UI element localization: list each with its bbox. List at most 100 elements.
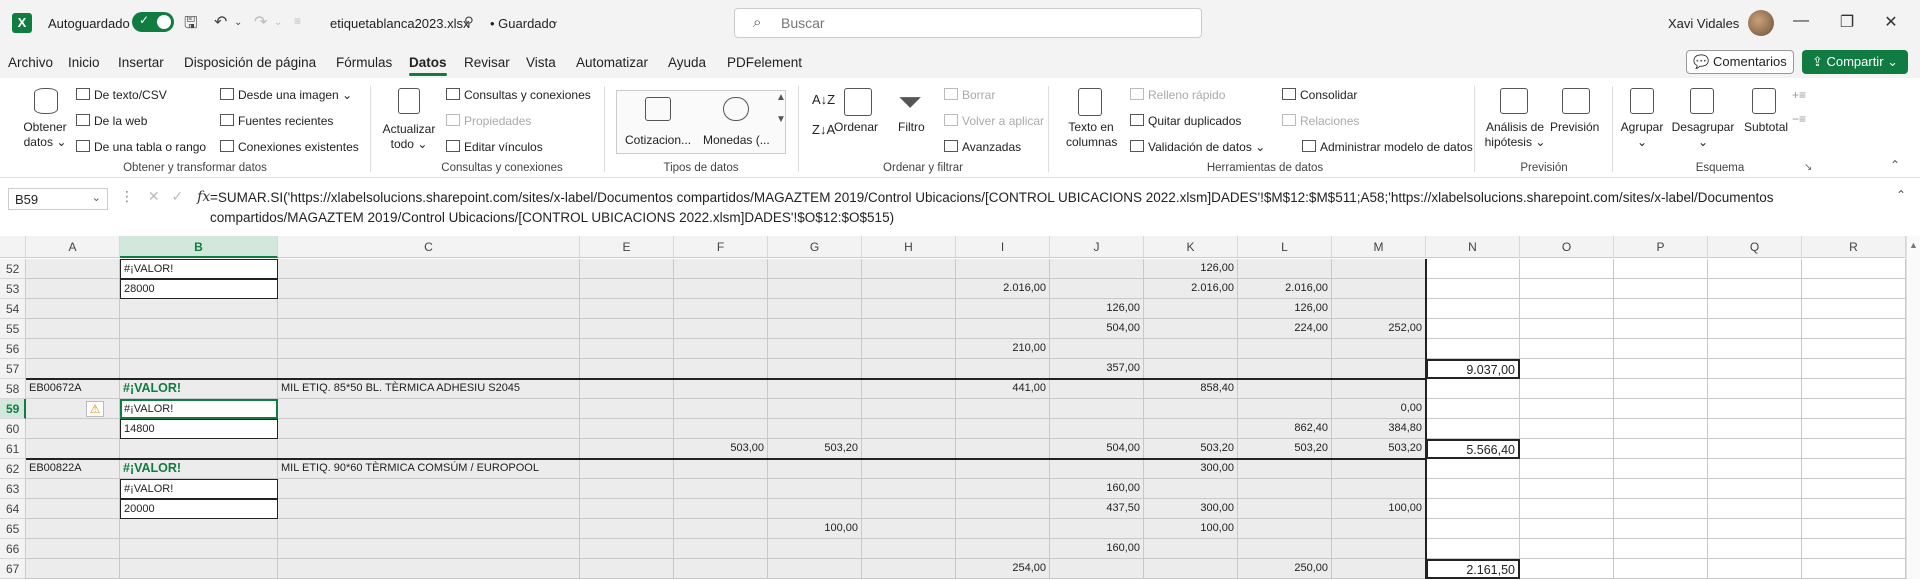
cell-k66[interactable] <box>1144 539 1238 559</box>
row-header[interactable]: 66 <box>0 539 26 559</box>
cell-i52[interactable] <box>956 259 1050 279</box>
cell-n59[interactable] <box>1426 399 1520 419</box>
maximize-icon[interactable]: ❐ <box>1832 12 1862 32</box>
cell-l62[interactable] <box>1238 459 1332 479</box>
cell-g60[interactable] <box>768 419 862 439</box>
cell-o55[interactable] <box>1520 319 1614 339</box>
cell-i53[interactable]: 2.016,00 <box>956 279 1050 299</box>
cell-i66[interactable] <box>956 539 1050 559</box>
cell-c56[interactable] <box>278 339 580 359</box>
collapse-formula-icon[interactable]: ⌃ <box>1896 188 1906 202</box>
tab-vista[interactable]: Vista <box>526 55 556 70</box>
cell-h52[interactable] <box>862 259 956 279</box>
cell-h65[interactable] <box>862 519 956 539</box>
cell-n55[interactable] <box>1426 319 1520 339</box>
cell-f61[interactable]: 503,00 <box>674 439 768 459</box>
cell-c57[interactable] <box>278 359 580 379</box>
cell-h67[interactable] <box>862 559 956 579</box>
cell-j61[interactable]: 504,00 <box>1050 439 1144 459</box>
cell-b64[interactable]: 20000 <box>120 499 278 519</box>
cell-p61[interactable] <box>1614 439 1708 459</box>
cell-g53[interactable] <box>768 279 862 299</box>
currencies-type[interactable]: Monedas (... <box>703 133 770 147</box>
cell-q54[interactable] <box>1708 299 1802 319</box>
cell-c60[interactable] <box>278 419 580 439</box>
cell-l64[interactable] <box>1238 499 1332 519</box>
cell-o54[interactable] <box>1520 299 1614 319</box>
row-header[interactable]: 60 <box>0 419 26 439</box>
cell-c62[interactable]: MIL ETIQ. 90*60 TÈRMICA COMSÚM / EUROPOO… <box>278 459 580 479</box>
cell-q64[interactable] <box>1708 499 1802 519</box>
redo-dropdown-icon[interactable]: ⌄ <box>274 17 282 28</box>
cell-n66[interactable] <box>1426 539 1520 559</box>
cell-o62[interactable] <box>1520 459 1614 479</box>
cell-e52[interactable] <box>580 259 674 279</box>
cell-a62[interactable]: EB00822A <box>26 459 120 479</box>
cell-e60[interactable] <box>580 419 674 439</box>
cell-e61[interactable] <box>580 439 674 459</box>
cell-o67[interactable] <box>1520 559 1614 579</box>
remove-duplicates-button[interactable]: Quitar duplicados <box>1130 114 1241 128</box>
cell-p62[interactable] <box>1614 459 1708 479</box>
cell-j63[interactable]: 160,00 <box>1050 479 1144 499</box>
cell-b53[interactable]: 28000 <box>120 279 278 299</box>
cell-j55[interactable]: 504,00 <box>1050 319 1144 339</box>
search-input[interactable] <box>781 14 1181 32</box>
existing-connections-button[interactable]: Conexiones existentes <box>220 140 359 154</box>
cell-k58[interactable]: 858,40 <box>1144 379 1238 399</box>
column-header-n[interactable]: N <box>1426 236 1520 258</box>
cell-e54[interactable] <box>580 299 674 319</box>
refresh-all-button[interactable]: Actualizar todo ⌄ <box>380 122 438 152</box>
cell-h55[interactable] <box>862 319 956 339</box>
column-header-l[interactable]: L <box>1238 236 1332 258</box>
cell-l65[interactable] <box>1238 519 1332 539</box>
flash-fill-button[interactable]: Relleno rápido <box>1130 88 1225 102</box>
cell-p64[interactable] <box>1614 499 1708 519</box>
cell-f53[interactable] <box>674 279 768 299</box>
cell-r63[interactable] <box>1802 479 1906 499</box>
row-header[interactable]: 54 <box>0 299 26 319</box>
cell-n52[interactable] <box>1426 259 1520 279</box>
cell-p59[interactable] <box>1614 399 1708 419</box>
cell-l63[interactable] <box>1238 479 1332 499</box>
cell-g54[interactable] <box>768 299 862 319</box>
sort-za-icon[interactable]: Z↓A <box>812 122 835 137</box>
cell-f59[interactable] <box>674 399 768 419</box>
cell-n65[interactable] <box>1426 519 1520 539</box>
cell-n57[interactable]: 9.037,00 <box>1426 359 1520 379</box>
cell-n63[interactable] <box>1426 479 1520 499</box>
cell-b55[interactable] <box>120 319 278 339</box>
cell-p60[interactable] <box>1614 419 1708 439</box>
cell-h57[interactable] <box>862 359 956 379</box>
select-all-corner[interactable] <box>0 236 26 258</box>
cell-i59[interactable] <box>956 399 1050 419</box>
cell-n60[interactable] <box>1426 419 1520 439</box>
cell-c64[interactable] <box>278 499 580 519</box>
properties-button[interactable]: Propiedades <box>446 114 531 128</box>
cell-a61[interactable] <box>26 439 120 459</box>
sort-az-icon[interactable]: A↓Z <box>812 92 835 107</box>
cell-o66[interactable] <box>1520 539 1614 559</box>
column-header-m[interactable]: M <box>1332 236 1426 258</box>
cell-l66[interactable] <box>1238 539 1332 559</box>
cell-p55[interactable] <box>1614 319 1708 339</box>
cell-m65[interactable] <box>1332 519 1426 539</box>
clear-filter-button[interactable]: Borrar <box>944 88 995 102</box>
advanced-filter-button[interactable]: Avanzadas <box>944 140 1021 154</box>
cell-p63[interactable] <box>1614 479 1708 499</box>
cell-f56[interactable] <box>674 339 768 359</box>
save-icon[interactable]: 🖫 <box>184 12 198 39</box>
cell-r60[interactable] <box>1802 419 1906 439</box>
cell-a64[interactable] <box>26 499 120 519</box>
cancel-icon[interactable]: ✕ <box>148 188 160 204</box>
cell-h53[interactable] <box>862 279 956 299</box>
cell-r53[interactable] <box>1802 279 1906 299</box>
cell-k63[interactable] <box>1144 479 1238 499</box>
cell-p56[interactable] <box>1614 339 1708 359</box>
cell-p52[interactable] <box>1614 259 1708 279</box>
cell-q58[interactable] <box>1708 379 1802 399</box>
cell-k65[interactable]: 100,00 <box>1144 519 1238 539</box>
ungroup-button[interactable]: Desagrupar ⌄ <box>1670 120 1736 150</box>
tab-pdfelement[interactable]: PDFelement <box>727 55 802 70</box>
cell-m58[interactable] <box>1332 379 1426 399</box>
